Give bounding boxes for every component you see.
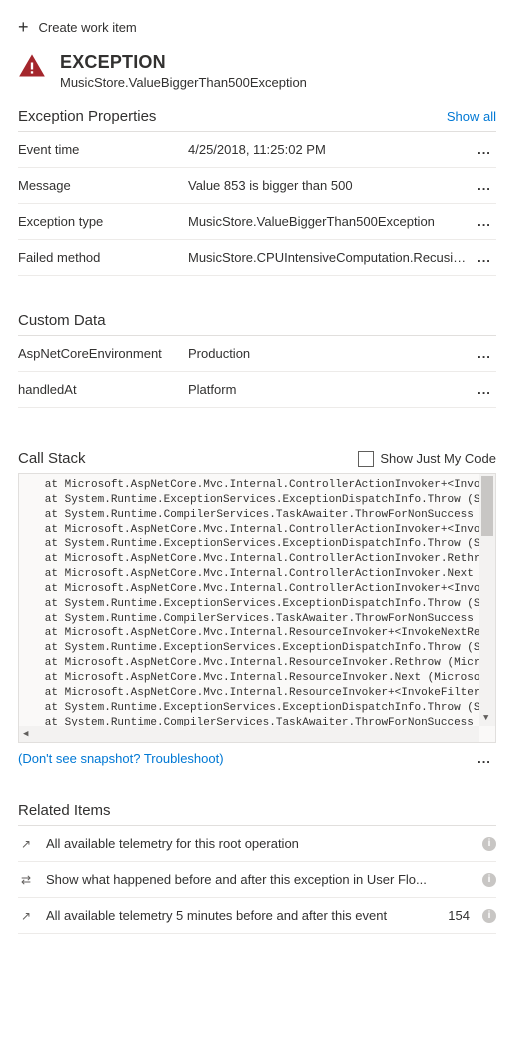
property-row: Exception type MusicStore.ValueBiggerTha… xyxy=(18,204,496,240)
related-item[interactable]: ⇄ Show what happened before and after th… xyxy=(18,862,496,898)
flow-icon: ⇄ xyxy=(18,873,34,887)
more-actions-button[interactable]: ... xyxy=(472,250,496,265)
related-item[interactable]: ↗ All available telemetry for this root … xyxy=(18,826,496,862)
scroll-left-arrow-icon[interactable]: ◀ xyxy=(23,728,28,740)
property-key: Event time xyxy=(18,142,188,157)
more-actions-button[interactable]: ... xyxy=(472,382,496,397)
property-key: AspNetCoreEnvironment xyxy=(18,346,188,361)
scroll-down-arrow-icon[interactable]: ▼ xyxy=(483,712,488,724)
property-value: Value 853 is bigger than 500 xyxy=(188,178,472,193)
property-value: Production xyxy=(188,346,472,361)
vertical-scrollbar[interactable]: ▼ xyxy=(479,474,495,726)
show-just-my-code-label: Show Just My Code xyxy=(380,451,496,466)
more-actions-button[interactable]: ... xyxy=(472,751,496,766)
callstack-title: Call Stack xyxy=(18,450,86,467)
more-actions-button[interactable]: ... xyxy=(472,214,496,229)
info-icon[interactable]: i xyxy=(482,837,496,851)
callstack-content: at Microsoft.AspNetCore.Mvc.Internal.Con… xyxy=(25,478,479,726)
horizontal-scrollbar[interactable]: ◀ xyxy=(19,726,479,742)
property-key: Failed method xyxy=(18,250,188,265)
header-subtitle: MusicStore.ValueBiggerThan500Exception xyxy=(60,75,307,90)
more-actions-button[interactable]: ... xyxy=(472,178,496,193)
property-row: Failed method MusicStore.CPUIntensiveCom… xyxy=(18,240,496,276)
property-key: Message xyxy=(18,178,188,193)
related-item-label: Show what happened before and after this… xyxy=(46,872,458,887)
troubleshoot-link[interactable]: (Don't see snapshot? Troubleshoot) xyxy=(18,751,224,766)
exception-properties-title: Exception Properties xyxy=(18,108,156,125)
more-actions-button[interactable]: ... xyxy=(472,142,496,157)
checkbox-icon xyxy=(358,451,374,467)
property-value: MusicStore.CPUIntensiveComputation.Recus… xyxy=(188,250,472,265)
exception-header: EXCEPTION MusicStore.ValueBiggerThan500E… xyxy=(18,52,496,90)
info-icon[interactable]: i xyxy=(482,873,496,887)
custom-data-title: Custom Data xyxy=(18,312,496,336)
create-work-item-button[interactable]: + Create work item xyxy=(18,14,496,52)
create-work-item-label: Create work item xyxy=(39,20,137,35)
open-external-icon: ↗ xyxy=(18,909,34,923)
show-all-link[interactable]: Show all xyxy=(447,109,496,124)
related-item-label: All available telemetry 5 minutes before… xyxy=(46,908,436,923)
callstack-viewer[interactable]: at Microsoft.AspNetCore.Mvc.Internal.Con… xyxy=(18,473,496,743)
property-row: Message Value 853 is bigger than 500 ... xyxy=(18,168,496,204)
property-value: Platform xyxy=(188,382,472,397)
related-item-label: All available telemetry for this root op… xyxy=(46,836,458,851)
scrollbar-thumb[interactable] xyxy=(481,476,493,536)
property-key: handledAt xyxy=(18,382,188,397)
more-actions-button[interactable]: ... xyxy=(472,346,496,361)
header-title: EXCEPTION xyxy=(60,52,307,73)
exception-properties-header: Exception Properties Show all xyxy=(18,108,496,132)
related-items-title: Related Items xyxy=(18,802,496,826)
property-row: AspNetCoreEnvironment Production ... xyxy=(18,336,496,372)
open-external-icon: ↗ xyxy=(18,837,34,851)
property-value: 4/25/2018, 11:25:02 PM xyxy=(188,142,472,157)
callstack-header: Call Stack Show Just My Code xyxy=(18,450,496,467)
plus-icon: + xyxy=(18,18,29,36)
related-item[interactable]: ↗ All available telemetry 5 minutes befo… xyxy=(18,898,496,934)
warning-triangle-icon xyxy=(18,52,46,80)
related-item-count: 154 xyxy=(448,908,470,923)
property-row: Event time 4/25/2018, 11:25:02 PM ... xyxy=(18,132,496,168)
show-just-my-code-toggle[interactable]: Show Just My Code xyxy=(358,451,496,467)
property-value: MusicStore.ValueBiggerThan500Exception xyxy=(188,214,472,229)
property-row: handledAt Platform ... xyxy=(18,372,496,408)
property-key: Exception type xyxy=(18,214,188,229)
info-icon[interactable]: i xyxy=(482,909,496,923)
